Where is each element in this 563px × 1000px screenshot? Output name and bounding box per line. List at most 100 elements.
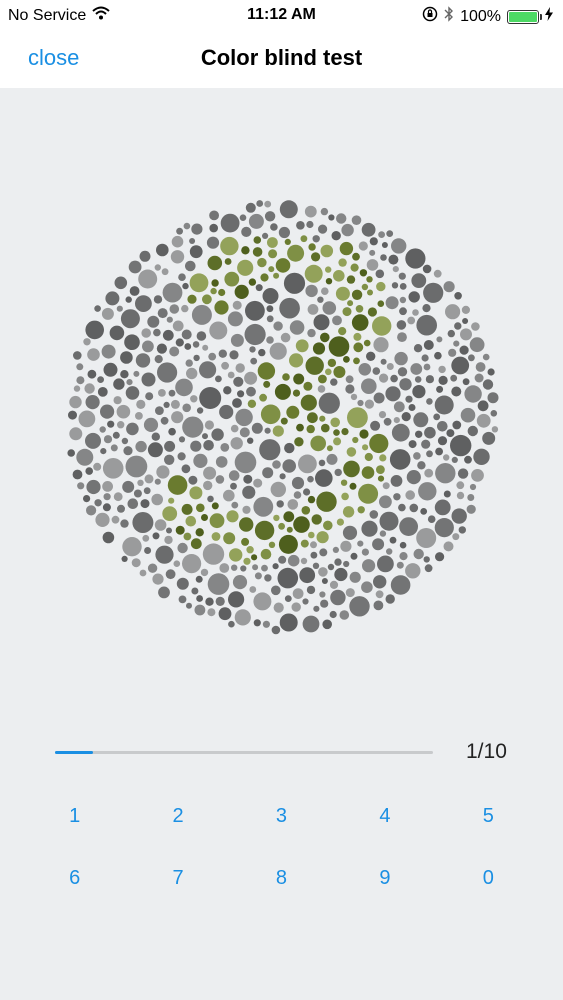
plate-background-dot [191,587,199,595]
plate-figure-dot [362,444,369,451]
plate-figure-dot [335,286,350,301]
plate-background-dot [153,295,163,304]
plate-figure-dot [320,332,330,343]
plate-background-dot [306,585,316,595]
plate-figure-dot [229,548,243,562]
plate-background-dot [234,609,251,626]
plate-background-dot [110,444,118,452]
plate-background-dot [220,213,240,233]
plate-figure-dot [259,393,267,402]
plate-background-dot [178,595,187,604]
plate-background-dot [243,474,253,484]
plate-background-dot [448,348,457,357]
plate-figure-dot [318,374,327,384]
plate-background-dot [125,296,132,303]
key-4[interactable]: 4 [333,785,436,847]
plate-background-dot [318,224,328,234]
plate-background-dot [296,221,305,230]
plate-background-dot [407,316,416,325]
plate-background-dot [272,460,281,469]
key-3[interactable]: 3 [230,785,333,847]
plate-background-dot [426,398,433,405]
plate-background-dot [350,393,358,401]
plate-background-dot [435,447,443,456]
plate-background-dot [85,467,93,475]
plate-background-dot [250,357,258,365]
plate-background-dot [218,607,232,621]
plate-background-dot [273,321,283,331]
plate-background-dot [399,552,408,561]
plate-background-dot [248,213,264,229]
plate-background-dot [177,542,188,554]
plate-background-dot [271,625,281,635]
plate-background-dot [259,439,281,461]
plate-background-dot [97,387,108,397]
plate-background-dot [94,305,101,312]
key-9[interactable]: 9 [333,847,436,909]
plate-background-dot [424,426,436,439]
plate-background-dot [322,301,337,315]
plate-figure-dot [254,520,275,541]
plate-background-dot [105,291,120,306]
plate-background-dot [145,392,154,401]
plate-background-dot [287,499,299,510]
plate-background-dot [264,427,271,434]
plate-background-dot [321,287,329,295]
plate-background-dot [152,532,160,540]
plate-figure-dot [353,332,362,341]
plate-figure-dot [304,264,323,283]
plate-background-dot [421,439,431,449]
key-8[interactable]: 8 [230,847,333,909]
plate-figure-dot [333,437,342,446]
plate-background-dot [184,343,192,350]
plate-background-dot [147,563,158,573]
plate-background-dot [175,378,193,397]
plate-background-dot [164,454,175,465]
plate-background-dot [414,376,422,383]
key-7[interactable]: 7 [126,847,229,909]
plate-figure-dot [239,517,254,532]
plate-background-dot [287,554,300,567]
key-2[interactable]: 2 [126,785,229,847]
bluetooth-icon [444,6,454,27]
key-6[interactable]: 6 [23,847,126,909]
plate-figure-dot [300,235,308,243]
plate-background-dot [87,348,100,361]
plate-background-dot [135,295,152,312]
plate-background-dot [140,499,150,509]
plate-figure-dot [211,532,221,541]
plate-background-dot [397,332,407,342]
plate-background-dot [112,431,120,439]
plate-background-dot [152,573,164,585]
plate-figure-dot [293,373,305,385]
plate-figure-dot [376,465,385,474]
plate-background-dot [76,448,94,466]
plate-background-dot [178,436,186,443]
plate-background-dot [182,403,191,413]
plate-background-dot [178,273,186,281]
plate-figure-dot [352,436,359,444]
plate-background-dot [336,213,347,224]
plate-background-dot [253,619,261,627]
key-0[interactable]: 0 [437,847,540,909]
key-5[interactable]: 5 [437,785,540,847]
plate-background-dot [451,508,467,524]
plate-background-dot [68,410,77,420]
plate-background-dot [168,389,176,397]
plate-background-dot [366,259,379,271]
plate-background-dot [434,351,442,360]
plate-background-dot [451,356,470,375]
plate-figure-dot [325,278,333,285]
plate-background-dot [379,373,389,383]
plate-background-dot [278,555,287,564]
plate-background-dot [313,605,320,612]
plate-figure-dot [379,454,387,462]
plate-background-dot [137,479,144,486]
plate-background-dot [240,565,247,572]
plate-background-dot [378,231,385,238]
plate-background-dot [166,527,172,534]
plate-background-dot [330,378,338,386]
key-1[interactable]: 1 [23,785,126,847]
plate-background-dot [202,543,225,565]
plate-background-dot [202,344,209,351]
